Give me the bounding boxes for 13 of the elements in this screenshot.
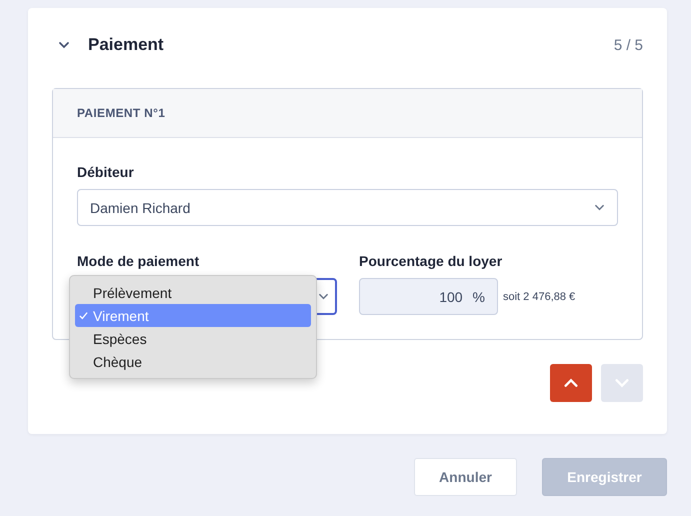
menu-option[interactable]: Chèque	[75, 350, 311, 373]
amount-note: soit 2 476,88 €	[503, 290, 576, 302]
cancel-button[interactable]: Annuler	[414, 458, 517, 496]
field-label: Pourcentage du loyer	[359, 253, 504, 269]
menu-option[interactable]: Prélèvement	[75, 281, 311, 304]
debtor-select[interactable]: Damien Richard	[77, 189, 618, 226]
step-counter: 5 / 5	[614, 36, 643, 54]
section-title: Paiement	[88, 35, 165, 55]
menu-option[interactable]: Espèces	[75, 327, 311, 350]
field-label: Débiteur	[77, 164, 135, 180]
percentage-field[interactable]: 100 %	[359, 278, 498, 315]
field-label: Mode de paiement	[77, 253, 200, 269]
panel-title: PAIEMENT N°1	[77, 106, 166, 120]
